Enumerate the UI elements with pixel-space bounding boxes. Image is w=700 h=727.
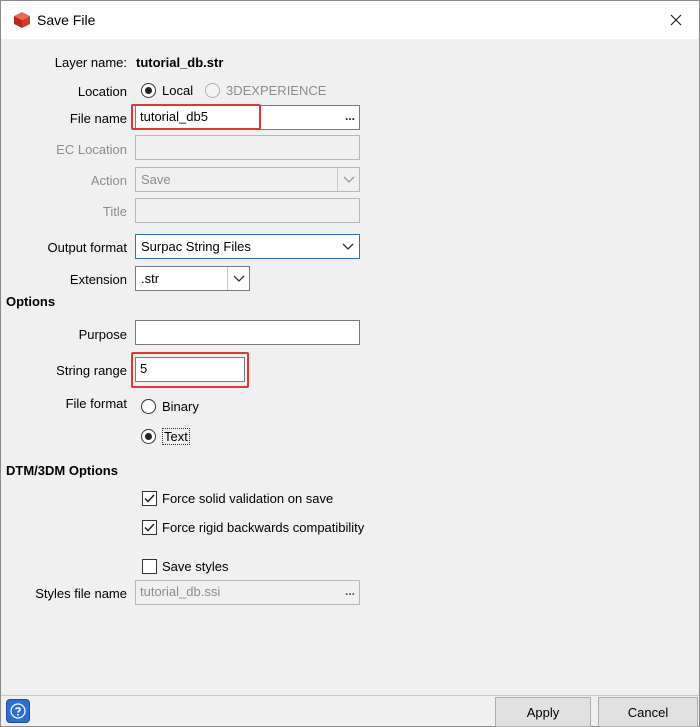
ec-location-input[interactable] [135,135,360,160]
location-3dx-radio[interactable]: 3DEXPERIENCE [205,83,326,98]
location-local-label: Local [162,83,194,98]
output-format-value: Surpac String Files [141,239,251,254]
radio-selected-icon [141,83,156,98]
cancel-button[interactable]: Cancel [598,697,698,727]
radio-unselected-icon [205,83,220,98]
text-label: Text [162,428,190,445]
title-bar: Save File [1,1,699,39]
file-format-label: File format [65,396,127,411]
checkbox-checked-icon [142,491,157,506]
force-rigid-checkbox[interactable]: Force rigid backwards compatibility [142,520,364,535]
file-name-highlight [131,104,261,130]
action-select[interactable]: Save [135,167,360,192]
chevron-down-icon [337,235,359,258]
save-file-dialog: Save File Layer name: tutorial_db.str Lo… [0,0,700,727]
radio-unselected-icon [141,399,156,414]
layer-name-label: Layer name: [54,55,127,70]
styles-file-input[interactable]: tutorial_db.ssi ... [135,580,360,605]
chevron-down-icon [227,267,249,290]
string-range-highlight [131,352,249,388]
purpose-label: Purpose [78,327,127,342]
file-format-text-radio[interactable]: Text [141,428,190,445]
output-format-select[interactable]: Surpac String Files [135,234,360,259]
help-icon [10,703,26,719]
radio-selected-icon [141,429,156,444]
ec-location-label: EC Location [56,142,127,157]
apply-button[interactable]: Apply [495,697,591,727]
styles-file-value: tutorial_db.ssi [140,584,221,599]
save-styles-checkbox[interactable]: Save styles [142,559,228,574]
extension-label: Extension [69,272,127,287]
binary-label: Binary [162,399,199,414]
action-label: Action [90,173,127,188]
file-name-browse-button[interactable]: ... [345,109,355,123]
close-button[interactable] [653,1,699,39]
output-format-label: Output format [47,240,127,255]
file-format-binary-radio[interactable]: Binary [141,399,199,414]
string-range-label: String range [56,363,127,378]
location-local-radio[interactable]: Local [141,83,193,98]
layer-name-value: tutorial_db.str [136,55,224,70]
action-value: Save [141,172,171,187]
styles-file-label: Styles file name [35,586,127,601]
app-icon [12,10,32,30]
window-title: Save File [37,12,96,28]
checkbox-unchecked-icon [142,559,157,574]
location-3dx-label: 3DEXPERIENCE [226,83,327,98]
checkbox-checked-icon [142,520,157,535]
dtm-options-heading: DTM/3DM Options [6,463,118,478]
purpose-input[interactable] [135,320,360,345]
extension-select[interactable]: .str [135,266,250,291]
save-styles-label: Save styles [162,559,229,574]
force-solid-checkbox[interactable]: Force solid validation on save [142,491,333,506]
title-input[interactable] [135,198,360,223]
title-label: Title [102,204,127,219]
options-heading: Options [6,294,56,309]
styles-file-browse-button[interactable]: ... [345,584,355,598]
close-icon [670,14,682,26]
chevron-down-icon [337,168,359,191]
file-name-label: File name [69,111,127,126]
force-rigid-label: Force rigid backwards compatibility [162,520,365,535]
bottom-divider [1,695,699,696]
location-label: Location [77,84,127,99]
force-solid-label: Force solid validation on save [162,491,334,506]
help-button[interactable] [6,699,30,723]
extension-value: .str [141,271,160,286]
